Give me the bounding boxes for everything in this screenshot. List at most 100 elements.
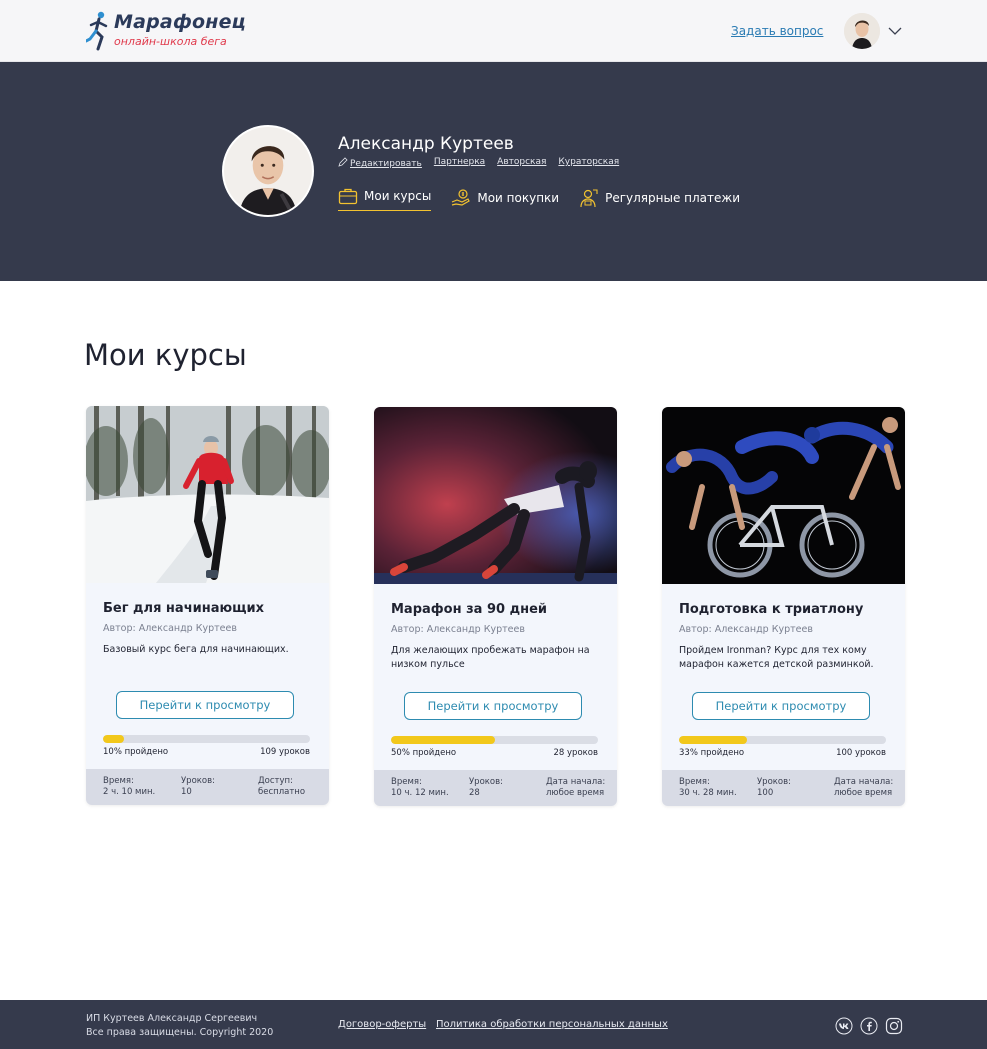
copyright: ИП Куртеев Александр Сергеевич Все права… — [86, 1012, 273, 1040]
footer: ИП Куртеев Александр Сергеевич Все права… — [0, 1000, 987, 1049]
meta-lessons: Уроков: 10 — [181, 776, 215, 798]
tab-my-courses-label: Мои курсы — [364, 189, 432, 203]
meta-start-date-label: Дата начала: — [546, 777, 606, 787]
course-meta: Время: 10 ч. 12 мин. Уроков: 28 Дата начал… — [374, 770, 617, 806]
progress-label: 33% пройдено — [679, 748, 745, 758]
progress-bar — [103, 735, 310, 743]
meta-time-value: 2 ч. 10 мин. — [103, 787, 156, 797]
profile-header: Александр Куртеев Редактировать Партнерк… — [0, 62, 987, 281]
course-card-body: Подготовка к триатлону Автор: Александр … — [662, 584, 905, 770]
profile-links: Редактировать Партнерка Авторская Курато… — [338, 157, 619, 169]
briefcase-icon — [338, 188, 358, 205]
payment-person-icon — [580, 189, 598, 208]
meta-lessons-value: 100 — [757, 788, 774, 798]
meta-time-label: Время: — [679, 777, 710, 787]
offer-agreement-link[interactable]: Договор-оферты — [338, 1019, 426, 1030]
progress-bar — [679, 736, 886, 744]
logo-subtitle: онлайн-школа бега — [114, 35, 227, 48]
meta-time-value: 10 ч. 12 мин. — [391, 788, 449, 798]
meta-access-label: Доступ: — [258, 776, 293, 786]
meta-start-date: Дата начала: любое время — [546, 777, 605, 799]
user-photo-icon — [844, 13, 880, 49]
profile-avatar — [222, 125, 314, 217]
course-author: Автор: Александр Куртеев — [679, 624, 813, 635]
progress-fill — [679, 736, 748, 744]
meta-access: Доступ: бесплатно — [258, 776, 305, 798]
progress-label: 50% пройдено — [391, 748, 457, 758]
meta-start-date-value: любое время — [834, 788, 893, 798]
logo[interactable]: Марафонец онлайн-школа бега — [86, 11, 246, 51]
progress-label: 10% пройдено — [103, 747, 169, 757]
course-title[interactable]: Бег для начинающих — [103, 601, 264, 616]
meta-start-date-value: любое время — [546, 788, 605, 798]
meta-lessons-label: Уроков: — [181, 776, 215, 786]
user-avatar[interactable] — [844, 13, 880, 49]
edit-profile-link[interactable]: Редактировать — [338, 157, 422, 169]
lessons-count: 28 уроков — [553, 748, 599, 758]
curator-link[interactable]: Кураторская — [558, 157, 619, 169]
profile-tabs: Мои курсы Мои покупки Регулярные платежи — [338, 186, 740, 211]
edit-profile-label: Редактировать — [350, 159, 422, 169]
tab-regular-payments-label: Регулярные платежи — [605, 191, 741, 205]
sprinter-image — [374, 407, 617, 584]
course-description: Пройдем Ironman? Курс для тех кому мараф… — [679, 645, 874, 670]
course-title[interactable]: Марафон за 90 дней — [391, 602, 547, 617]
meta-start-date-label: Дата начала: — [834, 777, 894, 787]
meta-time: Время: 10 ч. 12 мин. — [391, 777, 449, 799]
meta-start-date: Дата начала: любое время — [834, 777, 893, 799]
meta-time: Время: 30 ч. 28 мин. — [679, 777, 737, 799]
winter-runner-image — [86, 406, 329, 583]
course-author: Автор: Александр Куртеев — [103, 623, 237, 634]
meta-lessons-label: Уроков: — [757, 777, 791, 787]
profile-name: Александр Куртеев — [338, 134, 514, 154]
instagram-icon[interactable] — [885, 1017, 903, 1035]
course-author: Автор: Александр Куртеев — [391, 624, 525, 635]
facebook-icon[interactable] — [860, 1017, 878, 1035]
meta-time-label: Время: — [103, 776, 134, 786]
view-course-button[interactable]: Перейти к просмотру — [404, 692, 582, 720]
top-bar: Марафонец онлайн-школа бега Задать вопро… — [0, 0, 987, 62]
logo-title: Марафонец — [114, 11, 246, 33]
page-title: Мои курсы — [84, 338, 247, 372]
triathlon-image — [662, 407, 905, 584]
view-course-button[interactable]: Перейти к просмотру — [692, 692, 870, 720]
meta-lessons-label: Уроков: — [469, 777, 503, 787]
lessons-count: 109 уроков — [260, 747, 310, 757]
meta-lessons-value: 10 — [181, 787, 192, 797]
course-image-triathlon[interactable] — [662, 407, 905, 584]
progress-fill — [391, 736, 495, 744]
tab-regular-payments[interactable]: Регулярные платежи — [579, 186, 740, 210]
course-description: Для желающих пробежать марафон на низком… — [391, 645, 590, 670]
progress-bar — [391, 736, 598, 744]
runner-logo-icon — [86, 11, 108, 51]
meta-lessons: Уроков: 28 — [469, 777, 503, 799]
vk-icon[interactable] — [835, 1017, 853, 1035]
progress-fill — [103, 735, 124, 743]
meta-lessons: Уроков: 100 — [757, 777, 791, 799]
course-title[interactable]: Подготовка к триатлону — [679, 602, 863, 617]
course-image-sprinter[interactable] — [374, 407, 617, 584]
money-hand-icon — [452, 189, 471, 206]
meta-access-value: бесплатно — [258, 787, 306, 797]
course-meta: Время: 2 ч. 10 мин. Уроков: 10 Доступ: бесп… — [86, 769, 329, 805]
chevron-down-icon[interactable] — [888, 26, 902, 36]
course-meta: Время: 30 ч. 28 мин. Уроков: 100 Дата нача… — [662, 770, 905, 806]
course-card-body: Бег для начинающих Автор: Александр Курт… — [86, 583, 329, 769]
view-course-button[interactable]: Перейти к просмотру — [116, 691, 294, 719]
course-card: Подготовка к триатлону Автор: Александр … — [662, 407, 905, 806]
meta-time: Время: 2 ч. 10 мин. — [103, 776, 155, 798]
ask-question-link[interactable]: Задать вопрос — [731, 24, 823, 38]
course-image-winter-run[interactable] — [86, 406, 329, 583]
lessons-count: 100 уроков — [836, 748, 886, 758]
tab-my-purchases[interactable]: Мои покупки — [451, 186, 559, 210]
course-description: Базовый курс бега для начинающих. — [103, 644, 289, 655]
course-card: Марафон за 90 дней Автор: Александр Курт… — [374, 407, 617, 806]
privacy-policy-link[interactable]: Политика обработки персональных данных — [436, 1019, 668, 1030]
meta-time-value: 30 ч. 28 мин. — [679, 788, 737, 798]
meta-lessons-value: 28 — [469, 788, 480, 798]
author-link[interactable]: Авторская — [497, 157, 546, 169]
profile-photo-icon — [224, 127, 312, 215]
tab-my-courses[interactable]: Мои курсы — [338, 186, 432, 211]
pencil-icon — [338, 157, 348, 167]
partner-link[interactable]: Партнерка — [434, 157, 485, 169]
